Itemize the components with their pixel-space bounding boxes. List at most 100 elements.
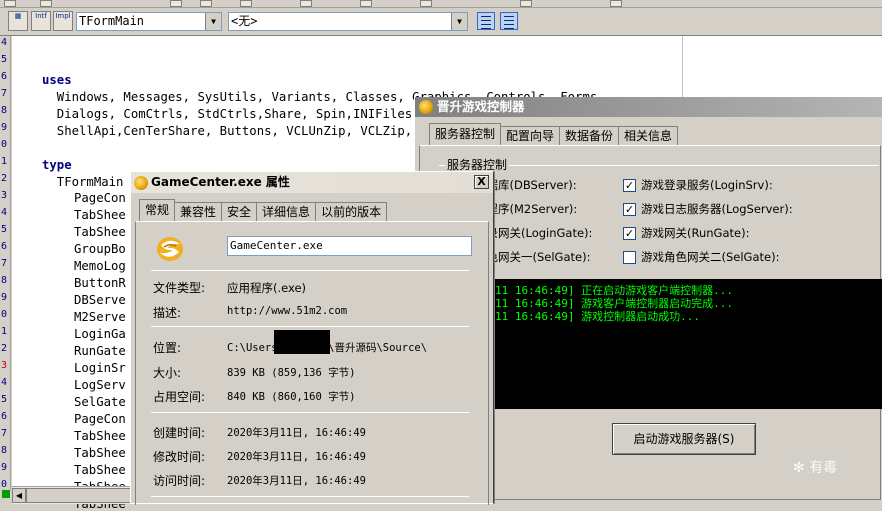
line-number: 2 bbox=[1, 173, 8, 184]
line-number: 9 bbox=[1, 462, 8, 473]
start-server-button[interactable]: 启动游戏服务器(S) bbox=[612, 423, 756, 455]
tab-details[interactable]: 详细信息 bbox=[256, 202, 317, 221]
top-toolbar-strip bbox=[0, 0, 882, 8]
line-number: 6 bbox=[1, 241, 8, 252]
line-number: 2 bbox=[1, 343, 8, 354]
toolbar-mini-icon[interactable] bbox=[170, 0, 182, 7]
app-logo-icon bbox=[157, 237, 183, 261]
line-number: 3 bbox=[1, 190, 8, 201]
prop-label: 创建时间: bbox=[153, 426, 206, 440]
checkbox[interactable]: ✓ bbox=[623, 226, 636, 240]
file-name-field[interactable]: GameCenter.exe bbox=[227, 236, 472, 256]
tab-config-wizard[interactable]: 配置向导 bbox=[500, 126, 561, 145]
line-number: 3 bbox=[1, 360, 8, 371]
checkbox[interactable]: ✓ bbox=[623, 202, 636, 216]
prop-value: http://www.51m2.com bbox=[227, 305, 348, 317]
divider bbox=[151, 326, 469, 327]
prop-value: 840 KB (860,160 字节) bbox=[227, 391, 356, 403]
line-number: 6 bbox=[1, 71, 8, 82]
controller-tabs: 服务器控制 配置向导 数据备份 相关信息 bbox=[429, 123, 679, 145]
impl-label: Impl bbox=[55, 12, 71, 20]
checkbox[interactable]: ✓ bbox=[623, 178, 636, 192]
tab-server-control[interactable]: 服务器控制 bbox=[429, 123, 502, 145]
redaction-block bbox=[274, 330, 330, 354]
toolbar-mini-icon[interactable] bbox=[520, 0, 532, 7]
align-center-icon[interactable] bbox=[500, 12, 518, 30]
prop-value: 2020年3月11日, 16:46:49 bbox=[227, 475, 366, 487]
line-number: 1 bbox=[1, 156, 8, 167]
check-loginsrv-label: 游戏登录服务(LoginSrv): bbox=[641, 178, 773, 192]
divider bbox=[151, 412, 469, 413]
check-selgate2[interactable]: 游戏角色网关二(SelGate): bbox=[623, 249, 779, 265]
properties-dialog: GameCenter.exe 属性 X 常规 兼容性 安全 详细信息 以前的版本… bbox=[130, 171, 494, 505]
log-line: 11 16:46:49] 游戏控制器启动成功... bbox=[495, 310, 700, 323]
toolbar-open-icon[interactable]: ▦ bbox=[8, 11, 28, 31]
impl-button[interactable]: Impl bbox=[53, 11, 73, 31]
intf-label: Intf bbox=[35, 12, 47, 20]
toolbar-mini-icon[interactable] bbox=[4, 0, 16, 7]
class-combo[interactable]: TFormMain ▼ bbox=[76, 12, 222, 31]
toolbar-mini-icon[interactable] bbox=[300, 0, 312, 7]
line-number: 0 bbox=[1, 139, 8, 150]
class-member: TabShee bbox=[74, 446, 126, 460]
tab-data-backup[interactable]: 数据备份 bbox=[559, 126, 620, 145]
check-loginsrv[interactable]: ✓ 游戏登录服务(LoginSrv): bbox=[623, 177, 773, 193]
line-number: 1 bbox=[1, 326, 8, 337]
properties-titlebar[interactable]: GameCenter.exe 属性 X bbox=[131, 172, 493, 193]
toolbar-mini-icon[interactable] bbox=[360, 0, 372, 7]
line-number: 4 bbox=[1, 377, 8, 388]
controller-titlebar[interactable]: 晋升游戏控制器 bbox=[415, 97, 882, 117]
tab-about[interactable]: 相关信息 bbox=[618, 126, 679, 145]
class-member: TabShee bbox=[74, 225, 126, 239]
toolbar-mini-icon[interactable] bbox=[240, 0, 252, 7]
prop-value: 839 KB (859,136 字节) bbox=[227, 367, 356, 379]
line-number: 0 bbox=[1, 309, 8, 320]
intf-button[interactable]: Intf bbox=[31, 11, 51, 31]
controller-title: 晋升游戏控制器 bbox=[437, 99, 525, 114]
line-number: 8 bbox=[1, 275, 8, 286]
line-number: 5 bbox=[1, 54, 8, 65]
scroll-left-icon[interactable]: ◀ bbox=[12, 488, 26, 503]
line-number: 6 bbox=[1, 411, 8, 422]
class-member: ButtonR bbox=[74, 276, 126, 290]
toolbar-mini-icon[interactable] bbox=[610, 0, 622, 7]
method-combo[interactable]: <无> ▼ bbox=[228, 12, 468, 31]
line-number: 4 bbox=[1, 37, 8, 48]
chevron-down-icon[interactable]: ▼ bbox=[205, 13, 221, 30]
class-member: LogServ bbox=[74, 378, 126, 392]
class-member: PageCon bbox=[74, 191, 126, 205]
line-number: 7 bbox=[1, 88, 8, 99]
check-rungate[interactable]: ✓ 游戏网关(RunGate): bbox=[623, 225, 749, 241]
class-member: TabShee bbox=[74, 463, 126, 477]
checkbox[interactable] bbox=[623, 250, 636, 264]
tab-previous-versions[interactable]: 以前的版本 bbox=[315, 202, 388, 221]
class-member: MemoLog bbox=[74, 259, 126, 273]
class-member: TabShee bbox=[74, 208, 126, 222]
code-line: type bbox=[42, 158, 72, 172]
line-number: 9 bbox=[1, 122, 8, 133]
line-number: 9 bbox=[1, 292, 8, 303]
class-combo-value: TFormMain bbox=[79, 14, 145, 28]
chevron-down-icon[interactable]: ▼ bbox=[451, 13, 467, 30]
divider bbox=[151, 270, 469, 271]
tab-compatibility[interactable]: 兼容性 bbox=[174, 202, 223, 221]
prop-value: 应用程序(.exe) bbox=[227, 281, 307, 295]
class-member: DBServe bbox=[74, 293, 126, 307]
toolbar-mini-icon[interactable] bbox=[40, 0, 52, 7]
app-logo-icon bbox=[134, 176, 148, 190]
toolbar-mini-icon[interactable] bbox=[200, 0, 212, 7]
code-keyword: uses bbox=[42, 73, 72, 87]
tab-general[interactable]: 常规 bbox=[139, 199, 176, 221]
check-logserver[interactable]: ✓ 游戏日志服务器(LogServer): bbox=[623, 201, 793, 217]
code-keyword: type bbox=[42, 158, 72, 172]
line-number: 8 bbox=[1, 105, 8, 116]
watermark-text: 有毒 bbox=[809, 460, 838, 476]
toolbar-mini-icon[interactable] bbox=[420, 0, 432, 7]
tab-security[interactable]: 安全 bbox=[221, 202, 258, 221]
close-button[interactable]: X bbox=[474, 175, 489, 189]
prop-label: 修改时间: bbox=[153, 450, 206, 464]
class-member: M2Serve bbox=[74, 310, 126, 324]
prop-label: 访问时间: bbox=[153, 474, 206, 488]
line-number: 5 bbox=[1, 224, 8, 235]
align-left-icon[interactable] bbox=[477, 12, 495, 30]
